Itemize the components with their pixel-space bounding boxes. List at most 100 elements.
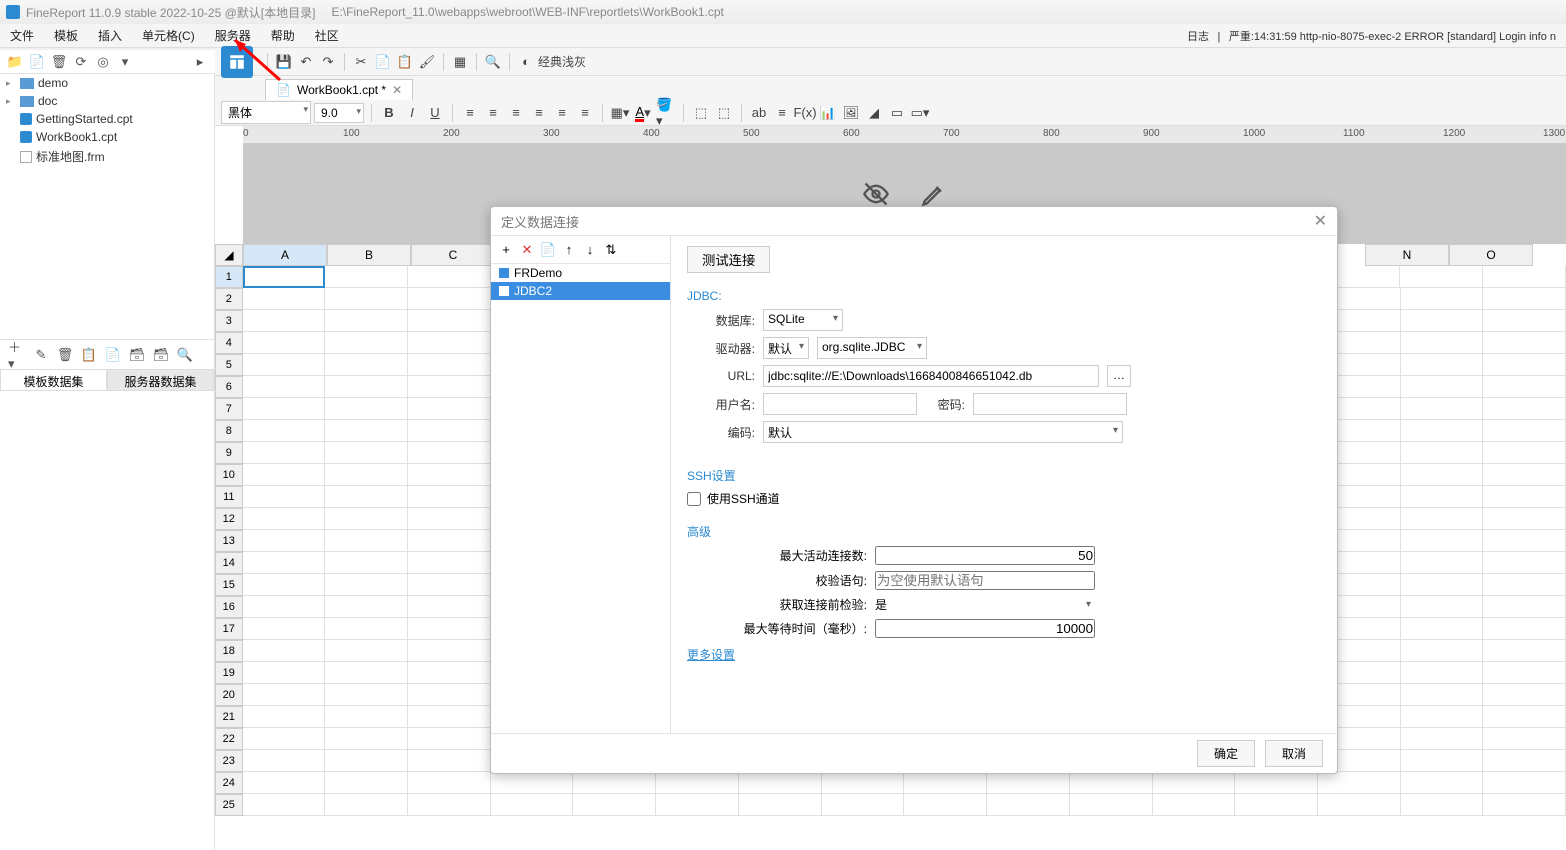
cell[interactable] <box>1401 684 1484 706</box>
format-painter-icon[interactable]: 🖌 <box>417 52 437 72</box>
cell[interactable] <box>408 442 491 464</box>
cell[interactable] <box>1483 508 1566 530</box>
col-header-a[interactable]: A <box>243 244 327 266</box>
cell[interactable] <box>325 706 408 728</box>
cell[interactable] <box>325 596 408 618</box>
more-settings-link[interactable]: 更多设置 <box>687 648 735 662</box>
cell[interactable] <box>408 288 491 310</box>
ds-delete-icon[interactable]: 🗑 <box>56 346 74 364</box>
cell[interactable] <box>1483 464 1566 486</box>
row-header-2[interactable]: 2 <box>215 288 243 310</box>
ds-search-icon[interactable]: 🔍 <box>176 346 194 364</box>
row-header-5[interactable]: 5 <box>215 354 243 376</box>
cell[interactable] <box>408 728 491 750</box>
cell[interactable] <box>325 486 408 508</box>
cell[interactable] <box>408 530 491 552</box>
row-header-17[interactable]: 17 <box>215 618 243 640</box>
cell[interactable] <box>408 266 491 288</box>
row-header-16[interactable]: 16 <box>215 596 243 618</box>
cell[interactable] <box>491 794 574 816</box>
align-left-icon[interactable]: ≡ <box>460 103 480 123</box>
menu-community[interactable]: 社区 <box>315 27 339 44</box>
copy-icon[interactable]: 📄 <box>373 52 393 72</box>
cell[interactable] <box>822 772 905 794</box>
driver-mode-select[interactable]: 默认 <box>763 337 809 359</box>
chevron-down-icon[interactable]: ▾ <box>116 53 134 71</box>
cell[interactable] <box>1401 288 1484 310</box>
preview-button[interactable] <box>221 46 253 78</box>
cell[interactable] <box>243 640 326 662</box>
subpage-icon[interactable]: ▭▾ <box>910 103 930 123</box>
theme-icon[interactable]: ◐ <box>516 52 536 72</box>
cell[interactable] <box>325 530 408 552</box>
cell[interactable] <box>243 662 326 684</box>
cell[interactable] <box>1401 750 1484 772</box>
cell[interactable] <box>1401 574 1484 596</box>
cell[interactable] <box>408 662 491 684</box>
cell[interactable] <box>1483 794 1566 816</box>
collapse-icon[interactable]: ▸ <box>191 53 209 71</box>
tree-file-map[interactable]: 标准地图.frm <box>0 146 214 167</box>
cell[interactable] <box>1401 640 1484 662</box>
widget-icon[interactable]: ▭ <box>887 103 907 123</box>
select-all-corner[interactable]: ◢ <box>215 244 243 266</box>
cell[interactable] <box>573 794 656 816</box>
menu-cell[interactable]: 单元格(C) <box>142 27 195 44</box>
align-center-icon[interactable]: ≡ <box>483 103 503 123</box>
cell[interactable] <box>1483 596 1566 618</box>
cell[interactable] <box>1483 662 1566 684</box>
cell[interactable] <box>243 310 326 332</box>
slope-icon[interactable]: ◢ <box>864 103 884 123</box>
cell[interactable] <box>243 728 326 750</box>
align-right-icon[interactable]: ≡ <box>506 103 526 123</box>
cell[interactable] <box>1483 376 1566 398</box>
cell[interactable] <box>243 266 326 288</box>
cell[interactable] <box>1318 794 1401 816</box>
bold-icon[interactable]: B <box>379 103 399 123</box>
cell[interactable] <box>325 442 408 464</box>
tab-server-dataset[interactable]: 服务器数据集 <box>107 369 214 391</box>
cell[interactable] <box>243 442 326 464</box>
conn-sort-icon[interactable]: ⇅ <box>602 241 620 259</box>
cell[interactable] <box>408 420 491 442</box>
tab-template-dataset[interactable]: 模板数据集 <box>0 369 107 391</box>
cell[interactable] <box>325 618 408 640</box>
cell[interactable] <box>325 750 408 772</box>
row-header-3[interactable]: 3 <box>215 310 243 332</box>
ds-edit-icon[interactable]: ✎ <box>32 346 50 364</box>
redo-icon[interactable]: ↷ <box>318 52 338 72</box>
cell[interactable] <box>243 794 326 816</box>
cell[interactable] <box>1483 640 1566 662</box>
cell[interactable] <box>1235 794 1318 816</box>
cell[interactable] <box>325 640 408 662</box>
conn-copy-icon[interactable]: 📄 <box>539 241 557 259</box>
cell[interactable] <box>1153 772 1236 794</box>
new-folder-icon[interactable]: 📁 <box>6 53 24 71</box>
italic-icon[interactable]: I <box>402 103 422 123</box>
col-header-o[interactable]: O <box>1449 244 1533 266</box>
url-more-button[interactable]: … <box>1107 365 1131 387</box>
row-header-15[interactable]: 15 <box>215 574 243 596</box>
image-icon[interactable]: 🖼 <box>841 103 861 123</box>
cell[interactable] <box>325 684 408 706</box>
tree-file-workbook1[interactable]: WorkBook1.cpt <box>0 128 214 146</box>
align-top-icon[interactable]: ≡ <box>529 103 549 123</box>
cell[interactable] <box>1483 684 1566 706</box>
cell[interactable] <box>1401 376 1484 398</box>
row-header-13[interactable]: 13 <box>215 530 243 552</box>
menu-server[interactable]: 服务器 <box>215 27 251 44</box>
row-header-22[interactable]: 22 <box>215 728 243 750</box>
conn-down-icon[interactable]: ↓ <box>581 241 599 259</box>
cut-icon[interactable]: ✂ <box>351 52 371 72</box>
conn-delete-icon[interactable]: ✕ <box>518 241 536 259</box>
cell[interactable] <box>1401 596 1484 618</box>
menu-file[interactable]: 文件 <box>10 27 34 44</box>
cell[interactable] <box>656 772 739 794</box>
cell[interactable] <box>243 486 326 508</box>
cell[interactable] <box>408 794 491 816</box>
cell[interactable] <box>243 706 326 728</box>
row-header-10[interactable]: 10 <box>215 464 243 486</box>
pwd-input[interactable] <box>973 393 1127 415</box>
cell[interactable] <box>1483 772 1566 794</box>
row-header-14[interactable]: 14 <box>215 552 243 574</box>
